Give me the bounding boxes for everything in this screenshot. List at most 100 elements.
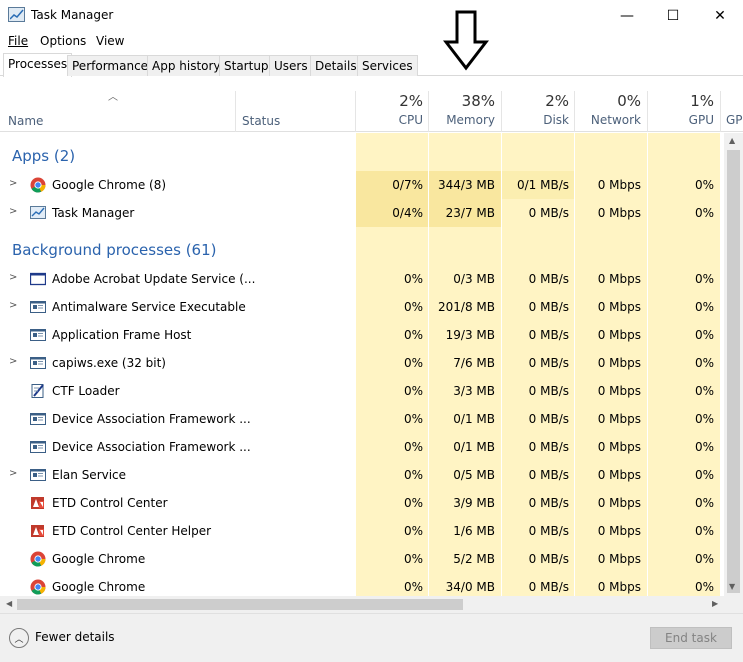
header-gpu[interactable]: 1% GPU bbox=[648, 92, 714, 127]
etd-icon bbox=[30, 495, 46, 511]
header-gpu-percent: 1% bbox=[690, 92, 714, 110]
chevron-right-icon[interactable]: > bbox=[9, 206, 17, 217]
table-row[interactable]: ETD Control Center Helper 0% 1/6 MB 0 MB/s 0… bbox=[0, 517, 720, 545]
sort-caret-icon: ︿ bbox=[108, 92, 118, 103]
disk-value: 0 MB/s bbox=[528, 384, 569, 398]
horizontal-scrollbar[interactable]: ◀ ▶ bbox=[0, 596, 724, 613]
menu-file[interactable]: File bbox=[8, 34, 28, 48]
process-name: capiws.exe (32 bit) bbox=[52, 356, 166, 370]
disk-value: 0 MB/s bbox=[528, 552, 569, 566]
tab-startup[interactable]: Startup bbox=[219, 55, 274, 76]
service-icon bbox=[30, 327, 46, 343]
tab-performance[interactable]: Performance bbox=[67, 55, 154, 76]
vertical-scrollbar[interactable]: ▲ ▼ bbox=[724, 133, 743, 596]
table-row[interactable]: > Elan Service 0% 0/5 MB 0 MB/s 0 Mbps 0% bbox=[0, 461, 720, 489]
table-row[interactable]: Google Chrome 0% 5/2 MB 0 MB/s 0 Mbps 0% bbox=[0, 545, 720, 573]
header-gpu-engine[interactable]: GP bbox=[726, 92, 743, 127]
group-header-background: Background processes (61) bbox=[0, 235, 720, 263]
header-disk-label: Disk bbox=[543, 113, 569, 127]
header-gpu-label: GPU bbox=[688, 113, 714, 127]
task-manager-app-icon bbox=[8, 7, 25, 22]
memory-value: 0/3 MB bbox=[453, 272, 495, 286]
scroll-right-icon[interactable]: ▶ bbox=[712, 599, 718, 608]
tab-details[interactable]: Details bbox=[310, 55, 362, 76]
title-bar[interactable]: Task Manager — ☐ ✕ bbox=[0, 0, 743, 32]
chevron-up-icon[interactable]: ︿ bbox=[9, 628, 29, 648]
header-network-label: Network bbox=[590, 113, 641, 127]
header-disk[interactable]: 2% Disk bbox=[502, 92, 569, 127]
memory-value: 344/3 MB bbox=[438, 178, 495, 192]
network-value: 0 Mbps bbox=[597, 356, 641, 370]
chevron-right-icon[interactable]: > bbox=[9, 356, 17, 367]
header-memory[interactable]: 38% Memory bbox=[429, 92, 495, 127]
header-name[interactable]: Name bbox=[8, 114, 43, 128]
column-header: ︿ Name Status 2% CPU 38% Memory 2% Disk … bbox=[0, 76, 743, 132]
minimize-button[interactable]: — bbox=[604, 0, 650, 32]
cpu-value: 0% bbox=[403, 272, 423, 286]
chevron-right-icon[interactable]: > bbox=[9, 272, 17, 283]
memory-value: 1/6 MB bbox=[453, 524, 495, 538]
disk-value: 0 MB/s bbox=[528, 272, 569, 286]
table-row[interactable]: Device Association Framework ... 0% 0/1 MB… bbox=[0, 405, 720, 433]
table-row[interactable]: Application Frame Host 0% 19/3 MB 0 MB/s 0 M… bbox=[0, 321, 720, 349]
gpu-value: 0% bbox=[694, 580, 714, 594]
gpu-value: 0% bbox=[694, 384, 714, 398]
menu-options[interactable]: Options bbox=[40, 34, 86, 48]
table-row[interactable]: CTF Loader 0% 3/3 MB 0 MB/s 0 Mbps 0% bbox=[0, 377, 720, 405]
table-row[interactable]: > Adobe Acrobat Update Service (... 0% 0/3 … bbox=[0, 265, 720, 293]
chevron-right-icon[interactable]: > bbox=[9, 178, 17, 189]
network-value: 0 Mbps bbox=[597, 206, 641, 220]
cpu-value: 0% bbox=[403, 552, 423, 566]
table-row[interactable]: Google Chrome 0% 34/0 MB 0 MB/s 0 Mbps 0% bbox=[0, 573, 720, 596]
process-name: Device Association Framework ... bbox=[52, 440, 251, 454]
cpu-value: 0% bbox=[403, 412, 423, 426]
maximize-button[interactable]: ☐ bbox=[650, 0, 696, 32]
cpu-value: 0% bbox=[403, 300, 423, 314]
network-value: 0 Mbps bbox=[597, 496, 641, 510]
service-icon bbox=[30, 355, 46, 371]
memory-value: 3/9 MB bbox=[453, 496, 495, 510]
chevron-right-icon[interactable]: > bbox=[9, 468, 17, 479]
gpu-value: 0% bbox=[694, 468, 714, 482]
cpu-value: 0% bbox=[403, 496, 423, 510]
fewer-details-link[interactable]: Fewer details bbox=[35, 630, 115, 644]
tab-app-history[interactable]: App history bbox=[147, 55, 226, 76]
memory-value: 7/6 MB bbox=[453, 356, 495, 370]
header-disk-percent: 2% bbox=[545, 92, 569, 110]
group-header-apps: Apps (2) bbox=[0, 141, 720, 169]
header-status[interactable]: Status bbox=[242, 114, 280, 128]
table-row[interactable]: > Antimalware Service Executable 0% 201/8 M… bbox=[0, 293, 720, 321]
table-row[interactable]: ETD Control Center 0% 3/9 MB 0 MB/s 0 Mbps 0% bbox=[0, 489, 720, 517]
service-icon bbox=[30, 411, 46, 427]
scroll-up-icon[interactable]: ▲ bbox=[729, 136, 735, 145]
table-row[interactable]: Device Association Framework ... 0% 0/1 MB… bbox=[0, 433, 720, 461]
scroll-down-icon[interactable]: ▼ bbox=[729, 582, 735, 591]
tab-services[interactable]: Services bbox=[357, 55, 418, 76]
tab-strip: Processes Performance App history Startu… bbox=[0, 53, 743, 77]
header-network[interactable]: 0% Network bbox=[575, 92, 641, 127]
table-row[interactable]: > capiws.exe (32 bit) 0% 7/6 MB 0 MB/s 0 Mbps… bbox=[0, 349, 720, 377]
header-divider bbox=[235, 91, 236, 132]
menu-view[interactable]: View bbox=[96, 34, 124, 48]
scroll-left-icon[interactable]: ◀ bbox=[6, 599, 12, 608]
tab-users[interactable]: Users bbox=[269, 55, 313, 76]
end-task-button[interactable]: End task bbox=[650, 627, 732, 649]
chrome-icon bbox=[30, 579, 46, 595]
process-name: Task Manager bbox=[52, 206, 135, 220]
chevron-right-icon[interactable]: > bbox=[9, 300, 17, 311]
horizontal-scroll-thumb[interactable] bbox=[17, 599, 463, 610]
tab-processes[interactable]: Processes bbox=[3, 53, 73, 77]
table-row[interactable]: > Google Chrome (8) 0/7% 344/3 MB 0/1 MB/s 0 … bbox=[0, 171, 720, 199]
window-icon bbox=[29, 271, 47, 287]
table-row[interactable]: > Task Manager 0/4% 23/7 MB 0 MB/s 0 Mbps 0% bbox=[0, 199, 720, 227]
scrollbar-corner bbox=[724, 596, 743, 613]
vertical-scroll-thumb[interactable] bbox=[727, 150, 740, 593]
header-cpu-label: CPU bbox=[398, 113, 423, 127]
close-button[interactable]: ✕ bbox=[697, 0, 743, 32]
header-cpu[interactable]: 2% CPU bbox=[356, 92, 423, 127]
process-name: Adobe Acrobat Update Service (... bbox=[52, 272, 256, 286]
header-memory-label: Memory bbox=[446, 113, 495, 127]
header-network-percent: 0% bbox=[617, 92, 641, 110]
process-list[interactable]: Apps (2) > Google Chrome (8) 0/7% 344/3 MB 0… bbox=[0, 133, 720, 596]
service-icon bbox=[30, 467, 46, 483]
